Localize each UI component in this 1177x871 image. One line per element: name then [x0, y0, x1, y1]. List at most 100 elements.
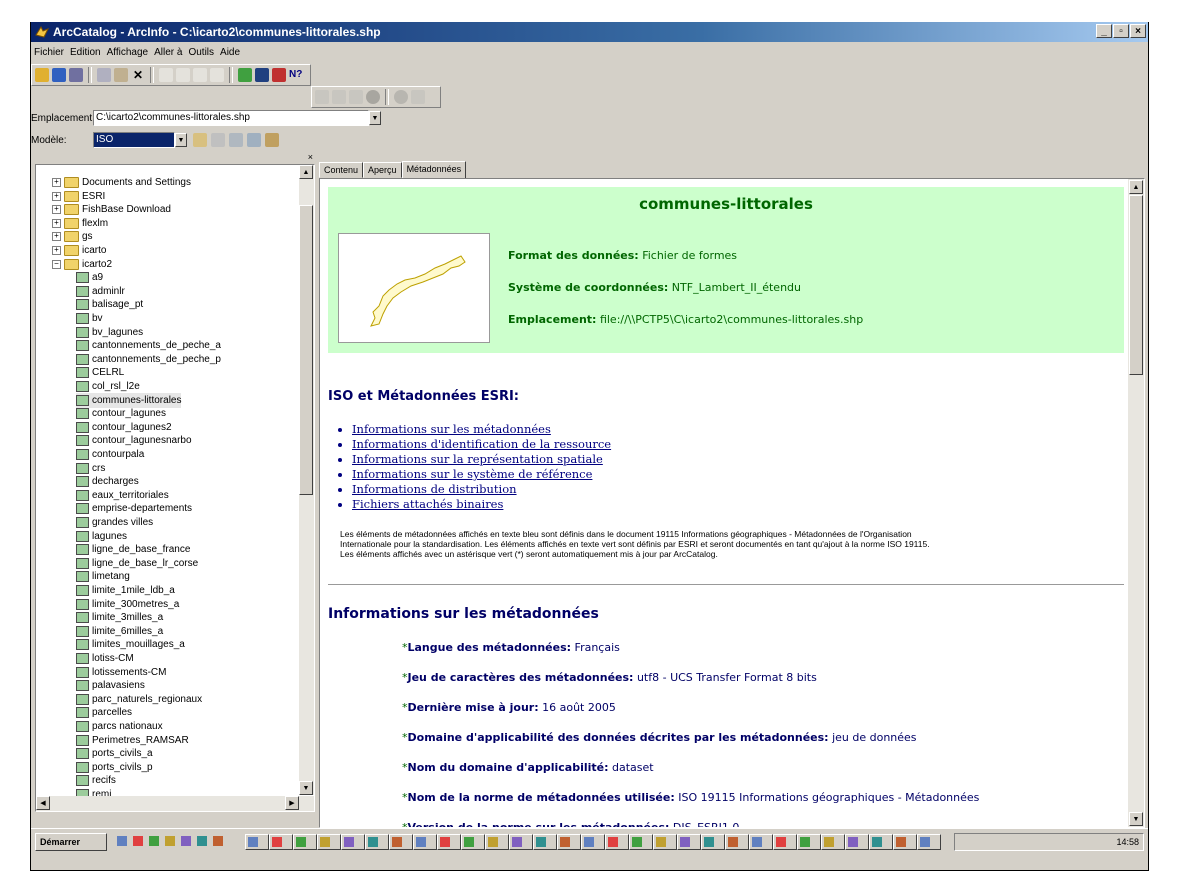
zoom-out-icon[interactable] [332, 90, 346, 104]
minimize-button[interactable]: _ [1096, 24, 1112, 38]
copy-icon[interactable] [97, 68, 111, 82]
taskbar-window-button[interactable] [797, 834, 821, 850]
identify-icon[interactable] [394, 90, 408, 104]
taskbar-window-button[interactable] [677, 834, 701, 850]
import-metadata-icon[interactable] [229, 133, 243, 147]
tab-contenu[interactable]: Contenu [319, 162, 364, 178]
expand-icon[interactable]: + [52, 246, 61, 255]
pan-icon[interactable] [349, 90, 363, 104]
link-systeme-reference[interactable]: Informations sur le système de référence [352, 467, 611, 482]
taskbar-window-button[interactable] [437, 834, 461, 850]
menu-outils[interactable]: Outils [185, 47, 217, 58]
zoom-in-icon[interactable] [315, 90, 329, 104]
expand-icon[interactable]: + [52, 191, 61, 201]
scroll-thumb[interactable] [299, 205, 313, 495]
taskbar-window-button[interactable] [605, 834, 629, 850]
arctoolbox-icon[interactable] [272, 68, 286, 82]
details-icon[interactable] [193, 68, 207, 82]
taskbar-window-button[interactable] [845, 834, 869, 850]
taskbar-window-button[interactable] [653, 834, 677, 850]
location-dropdown-button[interactable]: ▼ [369, 111, 381, 125]
maximize-button[interactable]: ▫ [1113, 24, 1129, 38]
taskbar-window-button[interactable] [869, 834, 893, 850]
taskbar-window-button[interactable] [365, 834, 389, 850]
taskbar-window-button[interactable] [893, 834, 917, 850]
taskbar-window-button[interactable] [389, 834, 413, 850]
taskbar-window-button[interactable] [557, 834, 581, 850]
title-bar[interactable]: ArcCatalog - ArcInfo - C:\icarto2\commun… [31, 22, 1148, 42]
quicklaunch-icon[interactable] [179, 834, 193, 850]
paste-icon[interactable] [114, 68, 128, 82]
thumbnails-icon[interactable] [210, 68, 224, 82]
menu-affichage[interactable]: Affichage [104, 47, 152, 58]
taskbar-window-button[interactable] [917, 834, 941, 850]
create-thumbnail-icon[interactable] [411, 90, 425, 104]
expand-icon[interactable]: + [52, 178, 61, 187]
tree-horizontal-scrollbar[interactable]: ◀ ▶ [36, 796, 314, 811]
quicklaunch-icon[interactable] [115, 834, 129, 850]
taskbar-window-button[interactable] [413, 834, 437, 850]
expand-icon[interactable]: + [52, 232, 61, 242]
taskbar-window-button[interactable] [581, 834, 605, 850]
taskbar-window-button[interactable] [509, 834, 533, 850]
expand-icon[interactable]: + [52, 205, 61, 215]
scroll-down-button[interactable]: ▼ [299, 781, 313, 795]
taskbar-window-button[interactable] [629, 834, 653, 850]
export-metadata-icon[interactable] [247, 133, 261, 147]
taskbar-window-button[interactable] [269, 834, 293, 850]
link-distribution[interactable]: Informations de distribution [352, 482, 611, 497]
taskbar-window-button[interactable] [773, 834, 797, 850]
expand-icon[interactable]: + [52, 218, 61, 228]
up-folder-icon[interactable] [35, 68, 49, 82]
scroll-right-button[interactable]: ▶ [285, 796, 299, 810]
update-metadata-icon[interactable] [265, 133, 279, 147]
close-button[interactable]: × [1130, 24, 1146, 38]
scroll-left-button[interactable]: ◀ [36, 796, 50, 810]
menu-fichier[interactable]: Fichier [31, 47, 67, 58]
delete-icon[interactable]: ✕ [131, 68, 145, 82]
large-icons-icon[interactable] [159, 68, 173, 82]
taskbar-window-button[interactable] [821, 834, 845, 850]
list-icon[interactable] [176, 68, 190, 82]
catalog-tree-icon[interactable] [255, 68, 269, 82]
menu-aller[interactable]: Aller à [151, 47, 185, 58]
link-identification[interactable]: Informations d'identification de la ress… [352, 437, 611, 452]
quicklaunch-icon[interactable] [195, 834, 209, 850]
taskbar-window-button[interactable] [533, 834, 557, 850]
taskbar-window-button[interactable] [749, 834, 773, 850]
connect-folder-icon[interactable] [52, 68, 66, 82]
tab-metadonnees[interactable]: Métadonnées [401, 161, 467, 179]
scroll-thumb[interactable] [1129, 195, 1143, 375]
quicklaunch-icon[interactable] [147, 834, 161, 850]
quicklaunch-icon[interactable] [211, 834, 225, 850]
taskbar-window-button[interactable] [725, 834, 749, 850]
quicklaunch-icon[interactable] [131, 834, 145, 850]
edit-metadata-icon[interactable] [193, 133, 207, 147]
taskbar-window-button[interactable] [461, 834, 485, 850]
taskbar-window-button[interactable] [485, 834, 509, 850]
tree-scrollbar[interactable]: ▲ ▼ [299, 165, 314, 795]
whats-this-icon[interactable]: N? [289, 68, 303, 82]
menu-aide[interactable]: Aide [217, 47, 243, 58]
modele-select[interactable]: ISO [93, 132, 175, 148]
content-scrollbar[interactable]: ▲ ▼ [1128, 179, 1144, 827]
full-extent-icon[interactable] [366, 90, 380, 104]
taskbar-window-button[interactable] [701, 834, 725, 850]
location-input[interactable]: C:\icarto2\communes-littorales.shp [93, 110, 369, 126]
metadata-properties-icon[interactable] [211, 133, 225, 147]
tree-close-icon[interactable]: × [308, 152, 313, 162]
menu-edition[interactable]: Edition [67, 47, 104, 58]
taskbar-window-button[interactable] [293, 834, 317, 850]
scroll-up-button[interactable]: ▲ [1129, 180, 1143, 194]
start-button[interactable]: Démarrer [35, 833, 107, 851]
taskbar-window-button[interactable] [317, 834, 341, 850]
quicklaunch-icon[interactable] [163, 834, 177, 850]
scroll-down-button[interactable]: ▼ [1129, 812, 1143, 826]
taskbar-window-button[interactable] [341, 834, 365, 850]
disconnect-folder-icon[interactable] [69, 68, 83, 82]
modele-dropdown-button[interactable]: ▼ [175, 133, 187, 147]
collapse-icon[interactable]: − [52, 259, 61, 269]
tab-apercu[interactable]: Aperçu [363, 162, 402, 178]
launch-arcmap-icon[interactable] [238, 68, 252, 82]
taskbar-window-button[interactable] [245, 834, 269, 850]
